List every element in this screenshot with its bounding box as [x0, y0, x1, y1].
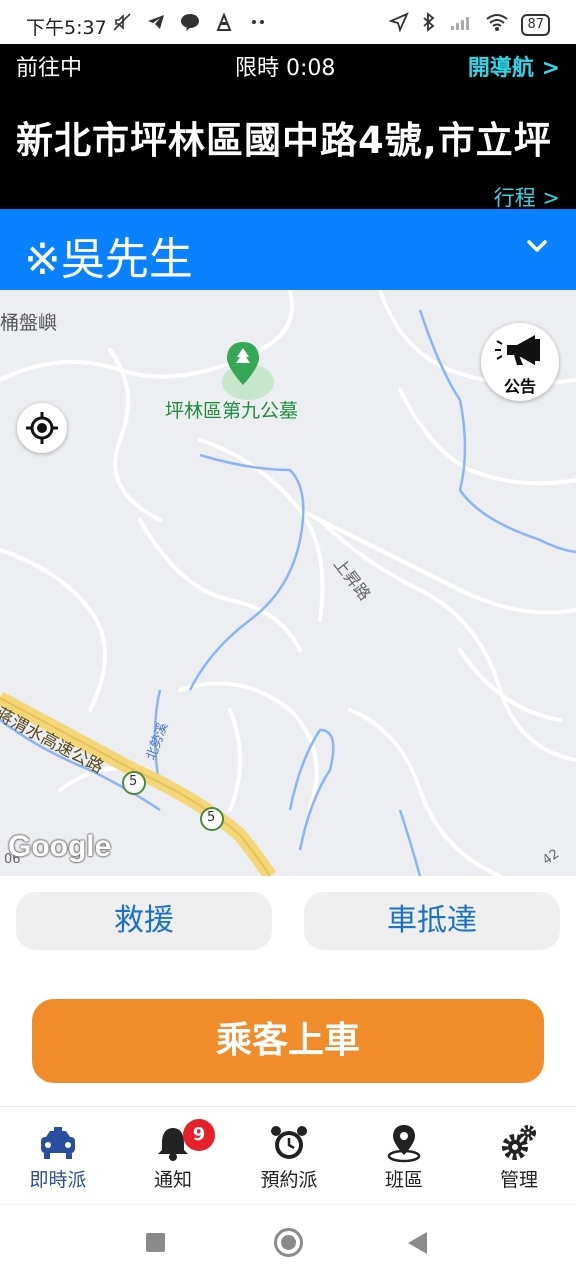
highway-shield-number: 5 [129, 774, 138, 789]
location-arrow-icon [388, 12, 410, 37]
battery-indicator: 87 [521, 13, 550, 36]
notification-badge: 9 [183, 1119, 215, 1151]
bottom-tab-bar: 即時派 9 通知 預約派 班區 管理 [0, 1106, 576, 1204]
trip-header: 前往中 限時 0:08 開導航 > 新北市坪林區國中路4號,市立坪 行程 > [0, 44, 576, 212]
tab-notifications[interactable]: 9 通知 [115, 1107, 231, 1205]
system-nav-bar [0, 1204, 576, 1280]
line-icon [180, 12, 200, 37]
map-view[interactable]: 桶盤嶼 坪林區第九公墓 上昇路 蔣渭水高速公路 北勢溪 5 5 06 42 公告… [0, 290, 576, 876]
status-bar: 下午5:37 87 [0, 0, 576, 44]
status-time: 下午5:37 [26, 17, 107, 39]
signal-icon [449, 12, 473, 37]
tab-label: 管理 [499, 1169, 538, 1191]
back-button[interactable] [408, 1232, 427, 1254]
announcement-label: 公告 [503, 377, 536, 396]
tab-label: 通知 [153, 1169, 192, 1191]
place-label: 桶盤嶼 [0, 312, 58, 334]
app-icon [214, 12, 234, 37]
destination-address: 新北市坪林區國中路4號,市立坪 [16, 119, 552, 162]
passenger-bar[interactable]: ※吳先生 [0, 209, 576, 290]
announcement-button[interactable]: 公告 [481, 323, 559, 401]
tab-label: 班區 [384, 1169, 423, 1191]
passenger-name: ※吳先生 [24, 234, 193, 285]
poi-label[interactable]: 坪林區第九公墓 [165, 396, 298, 423]
passenger-boarded-button[interactable]: 乘客上車 [32, 999, 544, 1083]
start-navigation-link[interactable]: 開導航 > [468, 50, 560, 82]
gears-icon [499, 1123, 539, 1163]
highway-shield-number: 5 [207, 810, 216, 825]
status-left-icons [112, 12, 268, 37]
tab-reservation-dispatch[interactable]: 預約派 [231, 1107, 347, 1205]
trip-timer: 限時 0:08 [235, 56, 336, 81]
tab-instant-dispatch[interactable]: 即時派 [0, 1107, 116, 1205]
chevron-down-icon[interactable] [526, 235, 548, 257]
alarm-clock-icon [269, 1123, 309, 1163]
taxi-icon [38, 1123, 78, 1163]
location-pin-icon [384, 1123, 424, 1163]
tab-label: 即時派 [29, 1169, 87, 1191]
tab-management[interactable]: 管理 [461, 1107, 576, 1205]
recents-button[interactable] [146, 1233, 165, 1252]
bluetooth-icon [421, 12, 437, 37]
tab-zone[interactable]: 班區 [346, 1107, 462, 1205]
itinerary-link[interactable]: 行程 > [494, 182, 560, 212]
more-dots-icon [248, 12, 268, 37]
rescue-button[interactable]: 救援 [16, 892, 272, 950]
telegram-icon [146, 12, 166, 37]
vehicle-arrived-button[interactable]: 車抵達 [304, 892, 560, 950]
tab-label: 預約派 [260, 1169, 318, 1191]
home-button[interactable] [274, 1228, 303, 1257]
wifi-icon [485, 12, 509, 37]
action-panel: 救援 車抵達 乘客上車 [0, 876, 576, 1106]
google-logo: Google [8, 830, 112, 863]
my-location-button[interactable] [17, 403, 67, 453]
trip-status: 前往中 [16, 56, 83, 81]
status-right-icons: 87 [388, 12, 550, 37]
mute-icon [112, 12, 132, 37]
crosshair-icon [17, 412, 67, 457]
